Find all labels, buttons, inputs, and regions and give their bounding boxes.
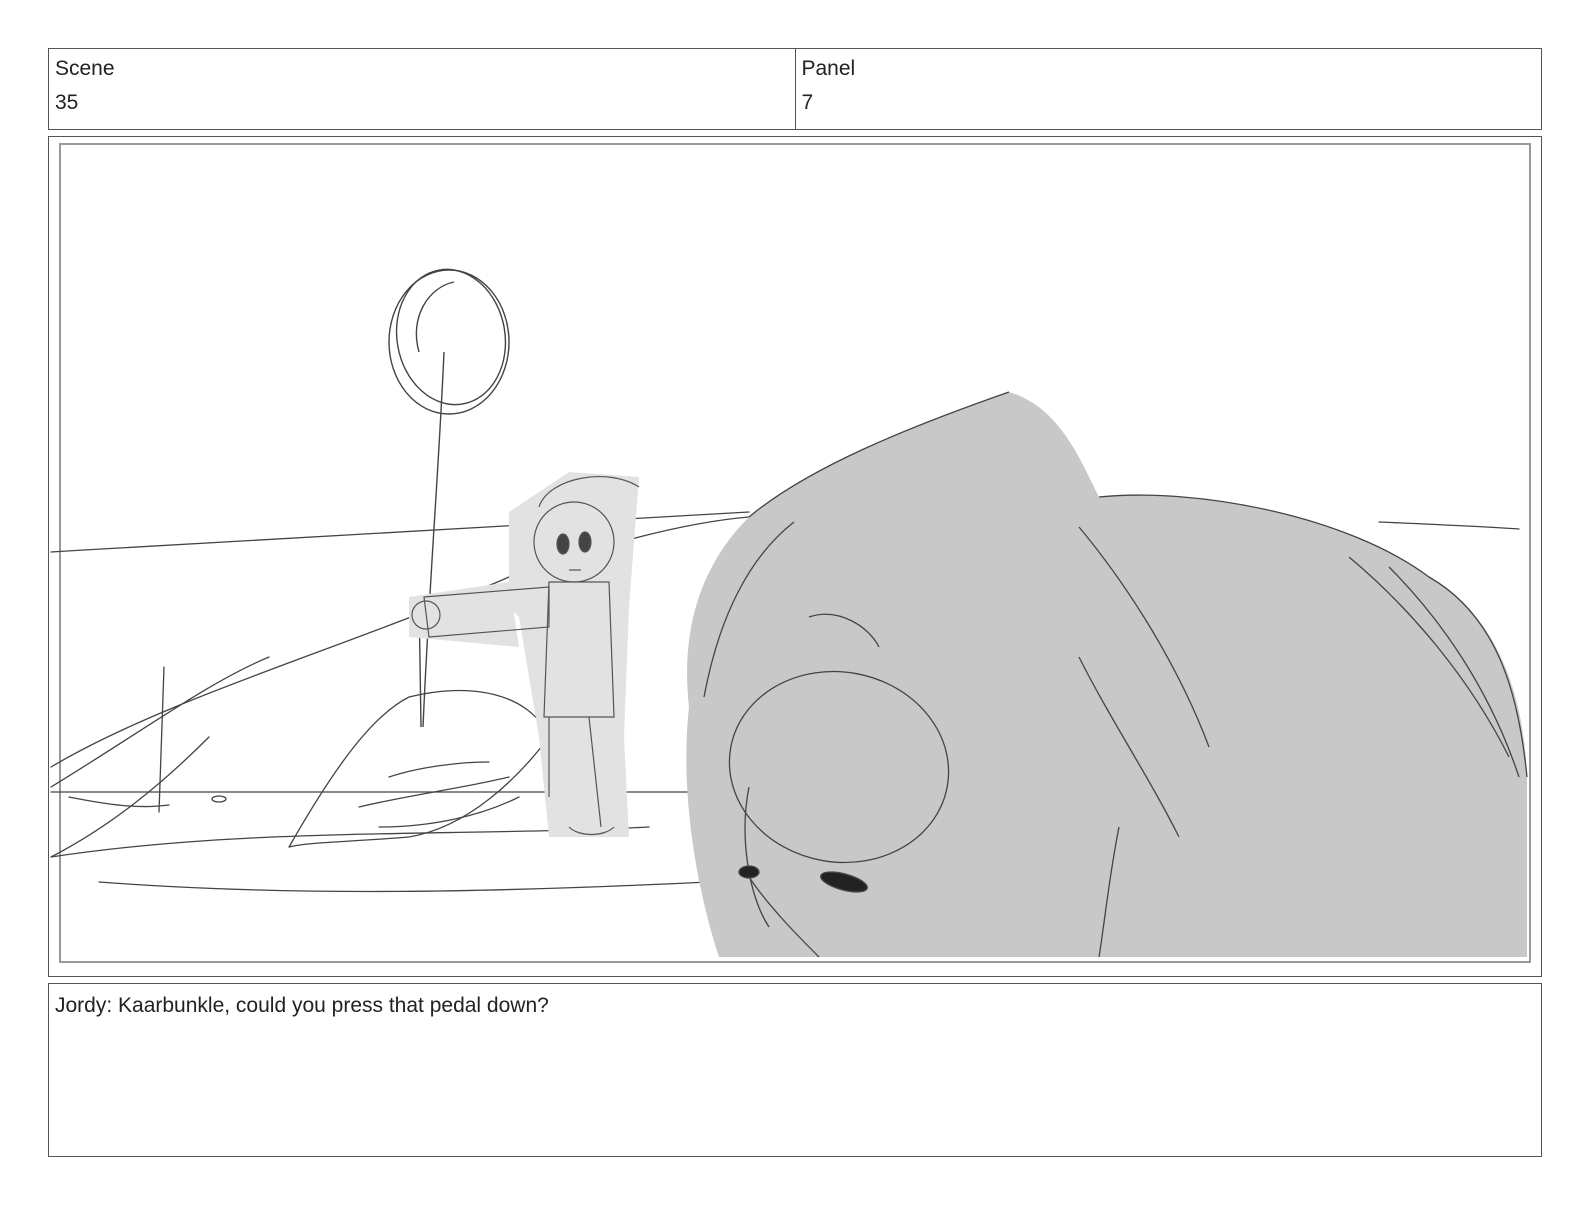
creature-nostril [738, 865, 760, 879]
scene-label: Scene [55, 57, 115, 80]
dialogue-text: Jordy: Kaarbunkle, could you press that … [55, 994, 549, 1017]
post-line [158, 666, 165, 813]
scene-number: 35 [55, 91, 79, 114]
panel-label: Panel [801, 57, 856, 80]
horizon-line-right [1378, 521, 1520, 530]
dialogue-box: Jordy: Kaarbunkle, could you press that … [48, 983, 1542, 1157]
scene-cell: Scene 35 [49, 49, 795, 129]
storyboard-sketch [50, 143, 1531, 963]
panel-cell: Panel 7 [794, 49, 1542, 129]
balloon [388, 268, 510, 728]
boy-character [409, 472, 640, 837]
panel-number: 7 [801, 91, 814, 114]
horizon-line [50, 511, 750, 553]
hill-curve [50, 516, 750, 768]
storyboard-frame [48, 136, 1542, 977]
creature [686, 391, 1528, 958]
panel-header: Scene 35 Panel 7 [48, 48, 1542, 130]
